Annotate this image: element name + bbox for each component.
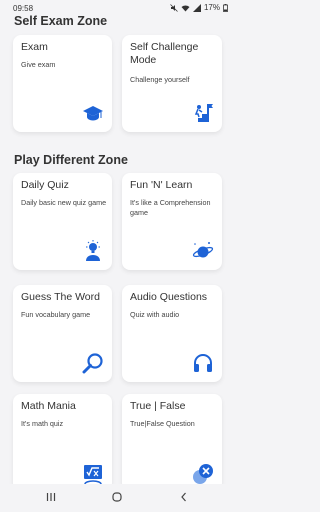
lightbulb-person-icon [86, 240, 100, 261]
section-title-play: Play Different Zone [14, 153, 128, 167]
math-mania-card[interactable]: Math Mania It's math quiz [13, 394, 112, 491]
headphones-icon [194, 354, 212, 372]
card-desc: True|False Question [130, 419, 195, 428]
card-title: Exam [21, 41, 48, 53]
battery-icon [223, 3, 228, 12]
card-desc: Fun vocabulary game [21, 310, 91, 319]
magnifier-icon [82, 353, 103, 374]
fun-n-learn-card[interactable]: Fun 'N' Learn It's like a Comprehension … [122, 173, 222, 270]
card-desc: It's like a Comprehension game [130, 198, 211, 217]
card-title: True | False [130, 400, 186, 412]
section-title-self-exam: Self Exam Zone [14, 14, 108, 28]
planet-icon [192, 242, 214, 258]
card-desc: Daily basic new quiz game [21, 198, 107, 207]
daily-quiz-card[interactable]: Daily Quiz Daily basic new quiz game [13, 173, 112, 270]
check-cross-icon [193, 464, 213, 484]
home-icon[interactable] [112, 492, 122, 502]
battery-percent: 17% [203, 3, 220, 12]
card-title: Guess The Word [21, 291, 100, 303]
signal-icon [192, 3, 201, 12]
audio-questions-card[interactable]: Audio Questions Quiz with audio [122, 285, 222, 382]
status-icons: 17% [170, 3, 228, 12]
status-time: 09:58 [13, 4, 34, 13]
card-title: Fun 'N' Learn [130, 179, 193, 191]
mute-icon [170, 3, 178, 12]
self-challenge-card[interactable]: Self Challenge Mode Challenge yourself [122, 35, 222, 132]
back-icon[interactable] [179, 492, 189, 502]
system-nav-bar [0, 484, 236, 512]
card-desc: Give exam [21, 60, 56, 69]
graduation-cap-icon [83, 106, 103, 121]
math-icon [84, 465, 102, 485]
climb-stairs-icon [194, 104, 213, 122]
recent-apps-icon[interactable] [46, 492, 56, 502]
card-desc: Challenge yourself [130, 75, 190, 84]
wifi-icon [181, 4, 190, 11]
card-desc: Quiz with audio [130, 310, 180, 319]
guess-the-word-card[interactable]: Guess The Word Fun vocabulary game [13, 285, 112, 382]
card-title: Math Mania [21, 400, 76, 412]
card-title: Audio Questions [130, 291, 208, 303]
true-false-card[interactable]: True | False True|False Question [122, 394, 222, 491]
exam-card[interactable]: Exam Give exam [13, 35, 112, 132]
card-title: Daily Quiz [21, 179, 69, 191]
card-desc: It's math quiz [21, 419, 64, 428]
card-title: Self Challenge Mode [130, 41, 199, 66]
